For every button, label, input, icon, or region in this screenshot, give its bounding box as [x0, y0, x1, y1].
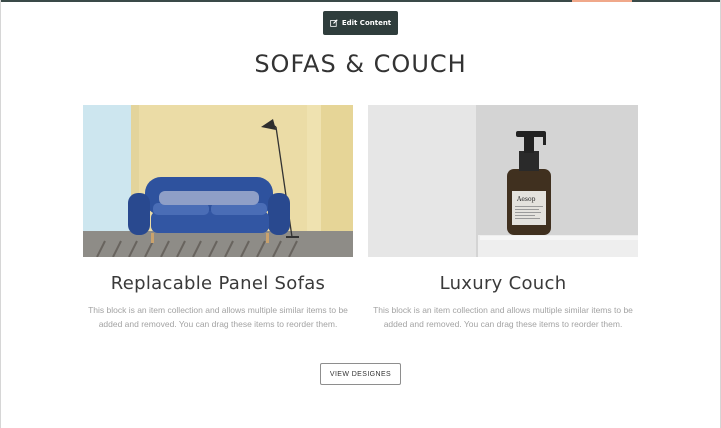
card-description: This block is an item collection and all…	[88, 305, 348, 329]
blue-sofa-image[interactable]	[83, 105, 353, 257]
card-description: This block is an item collection and all…	[373, 305, 633, 329]
edit-content-label: Edit Content	[341, 19, 392, 27]
section-title: SOFAS & COUCH	[254, 50, 467, 78]
card-title: Replacable Panel Sofas	[110, 273, 326, 294]
soap-bottle-image[interactable]: Aesop	[368, 105, 638, 257]
product-card: Aesop Luxury Couch This block is an item…	[368, 105, 638, 331]
edit-icon	[330, 19, 338, 27]
bottle-label: Aesop	[516, 196, 536, 203]
top-accent-bar	[572, 0, 632, 2]
view-designs-button[interactable]: VIEW DESIGNES	[320, 363, 401, 385]
edit-content-button[interactable]: Edit Content	[323, 11, 398, 35]
card-title: Luxury Couch	[439, 273, 567, 294]
product-card: Replacable Panel Sofas This block is an …	[83, 105, 353, 331]
